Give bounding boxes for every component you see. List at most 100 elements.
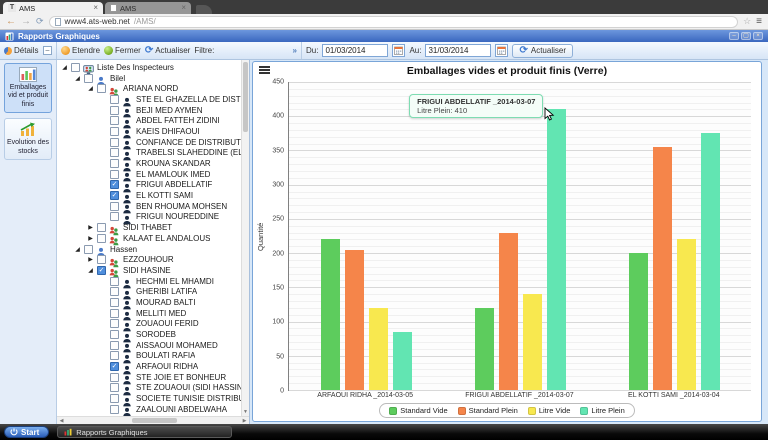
minimize-icon[interactable]: – — [729, 32, 739, 40]
tree-checkbox[interactable] — [110, 372, 119, 382]
close-icon[interactable]: × — [753, 32, 763, 40]
legend-item[interactable]: Litre Vide — [527, 406, 570, 415]
new-tab-button[interactable] — [196, 5, 212, 14]
toolbar-overflow-chevron[interactable]: » — [293, 46, 297, 55]
bar[interactable] — [392, 331, 412, 390]
scroll-right-icon[interactable]: ▶ — [240, 418, 249, 424]
tree-checkbox[interactable] — [110, 169, 119, 179]
tree-checkbox[interactable] — [110, 308, 119, 318]
tree-item[interactable]: MELLITI MED — [57, 308, 241, 321]
tree-item[interactable]: MOURAD BALTI — [57, 297, 241, 310]
tree-item[interactable]: ▶ SIDI THABET — [57, 222, 241, 235]
scrollbar-thumb[interactable] — [132, 418, 178, 423]
tree-checkbox[interactable] — [110, 276, 119, 286]
bar[interactable] — [628, 253, 648, 390]
tree-checkbox[interactable] — [110, 137, 119, 147]
calendar-from-button[interactable] — [392, 44, 406, 57]
tree-checkbox[interactable] — [84, 244, 93, 254]
tree-checkbox[interactable] — [110, 94, 119, 104]
tree-checkbox[interactable] — [110, 297, 119, 307]
browser-menu-icon[interactable]: ≡ — [756, 16, 762, 27]
tree-checkbox[interactable] — [110, 105, 119, 115]
tree-checkbox[interactable] — [97, 84, 106, 94]
expand-all-button[interactable]: Etendre — [61, 46, 100, 55]
browser-tab-inactive[interactable]: AMS × — [105, 2, 191, 14]
tree-checkbox[interactable] — [110, 287, 119, 297]
tree-item[interactable]: ◢ ✓ SIDI HASINE — [57, 265, 241, 278]
expand-arrow-icon[interactable]: ◢ — [87, 267, 94, 274]
bar[interactable] — [546, 109, 566, 390]
tree-item[interactable]: KAEIS DHIFAOUI — [57, 126, 241, 139]
tree-item[interactable]: BOULATI RAFIA — [57, 351, 241, 364]
tree-item[interactable]: STE EL GHAZELLA DE DISTRIBUTIO — [57, 94, 241, 107]
refresh-tree-button[interactable]: ⟳ Actualiser — [145, 45, 191, 56]
tree-item[interactable]: STE ZOUAOUI (SIDI HASSINE) — [57, 383, 241, 396]
tree-checkbox[interactable] — [71, 62, 80, 72]
url-bar[interactable]: www4.ats-web.net/AMS/ — [48, 15, 739, 28]
legend-item[interactable]: Standard Vide — [389, 406, 448, 415]
date-to-input[interactable] — [425, 44, 492, 57]
restore-icon[interactable]: ▢ — [741, 32, 751, 40]
tree-item[interactable]: ZOUAOUI FERID — [57, 319, 241, 332]
tree-item[interactable]: HECHMI EL MHAMDI — [57, 276, 241, 289]
refresh-chart-button[interactable]: ⟳ Actualiser — [512, 43, 573, 58]
tab-close-icon[interactable]: × — [93, 4, 98, 12]
back-icon[interactable]: ← — [6, 16, 16, 27]
sidebar-item-emballages[interactable]: Emballages vid et produit finis — [4, 63, 52, 114]
expand-arrow-icon[interactable]: ◢ — [74, 246, 81, 253]
tree-checkbox[interactable]: ✓ — [110, 191, 119, 201]
tree-checkbox[interactable]: ✓ — [110, 362, 119, 372]
taskbar-item[interactable]: Rapports Graphiques — [57, 426, 233, 438]
scroll-down-icon[interactable]: ▼ — [243, 409, 248, 415]
tree-item[interactable]: ZAALOUNI ABDELWAHA — [57, 404, 241, 416]
browser-tab-active[interactable]: T AMS × — [3, 2, 103, 14]
bar[interactable] — [320, 239, 340, 390]
tree-item[interactable]: ABDEL FATTEH ZIDINI — [57, 115, 241, 129]
bar[interactable] — [368, 307, 388, 390]
scroll-left-icon[interactable]: ◀ — [57, 418, 66, 424]
legend-item[interactable]: Litre Plein — [580, 406, 625, 415]
expand-arrow-icon[interactable]: ◢ — [61, 64, 68, 71]
tree-checkbox[interactable] — [97, 255, 106, 265]
sidebar-item-evolution[interactable]: Evolution des stocks — [4, 118, 52, 160]
tree-checkbox[interactable] — [110, 148, 119, 158]
tree-item[interactable]: ◢ Bilel — [57, 73, 241, 86]
tree-checkbox[interactable]: ✓ — [110, 180, 119, 190]
bar[interactable] — [522, 294, 542, 390]
tree-item[interactable]: SOCIETE TUNISIE DISTRIBUTION — [57, 393, 241, 407]
tab-close-icon[interactable]: × — [181, 4, 186, 12]
forward-icon[interactable]: → — [21, 16, 31, 27]
bar[interactable] — [652, 147, 672, 390]
vertical-scrollbar[interactable]: ▼ — [241, 60, 249, 416]
tree-item[interactable]: ✓ ARFAOUI RIDHA — [57, 361, 241, 374]
tree-checkbox[interactable] — [110, 383, 119, 393]
tree-checkbox[interactable] — [84, 73, 93, 83]
tree-item[interactable]: KROUNA SKANDAR — [57, 158, 241, 171]
tree-checkbox[interactable] — [110, 340, 119, 350]
collapse-panel-button[interactable]: – — [43, 46, 52, 55]
expand-arrow-icon[interactable]: ▶ — [87, 256, 94, 263]
tree-item[interactable]: ◢ Liste Des Inspecteurs — [57, 62, 241, 75]
tree-item[interactable]: BEN RHOUMA MOHSEN — [57, 201, 241, 214]
bar[interactable] — [344, 249, 364, 390]
bar[interactable] — [700, 133, 720, 390]
expand-arrow-icon[interactable]: ◢ — [87, 85, 94, 92]
tree-item[interactable]: FRIGUI NOUREDDINE — [57, 212, 241, 225]
calendar-to-button[interactable] — [495, 44, 509, 57]
tree-checkbox[interactable]: ✓ — [97, 265, 106, 275]
bar[interactable] — [474, 307, 494, 390]
tree-item[interactable]: CONFIANCE DE DISTRIBUTION — [57, 137, 241, 150]
collapse-all-button[interactable]: Fermer — [104, 46, 141, 55]
bookmark-star-icon[interactable]: ☆ — [743, 16, 751, 27]
tree-item[interactable]: ▶ KALAAT EL ANDALOUS — [57, 233, 241, 246]
expand-arrow-icon[interactable]: ▶ — [87, 224, 94, 231]
horizontal-scrollbar[interactable]: ◀ ▶ — [57, 416, 249, 424]
tree-checkbox[interactable] — [97, 233, 106, 243]
tree-checkbox[interactable] — [110, 330, 119, 340]
tree-checkbox[interactable] — [110, 394, 119, 404]
tree-item[interactable]: SORODEB — [57, 329, 241, 342]
tree-item[interactable]: ▶ EZZOUHOUR — [57, 254, 241, 267]
tree-checkbox[interactable] — [110, 201, 119, 211]
tree-item[interactable]: AISSAOUI MOHAMED — [57, 340, 241, 353]
tree-checkbox[interactable] — [110, 116, 119, 126]
